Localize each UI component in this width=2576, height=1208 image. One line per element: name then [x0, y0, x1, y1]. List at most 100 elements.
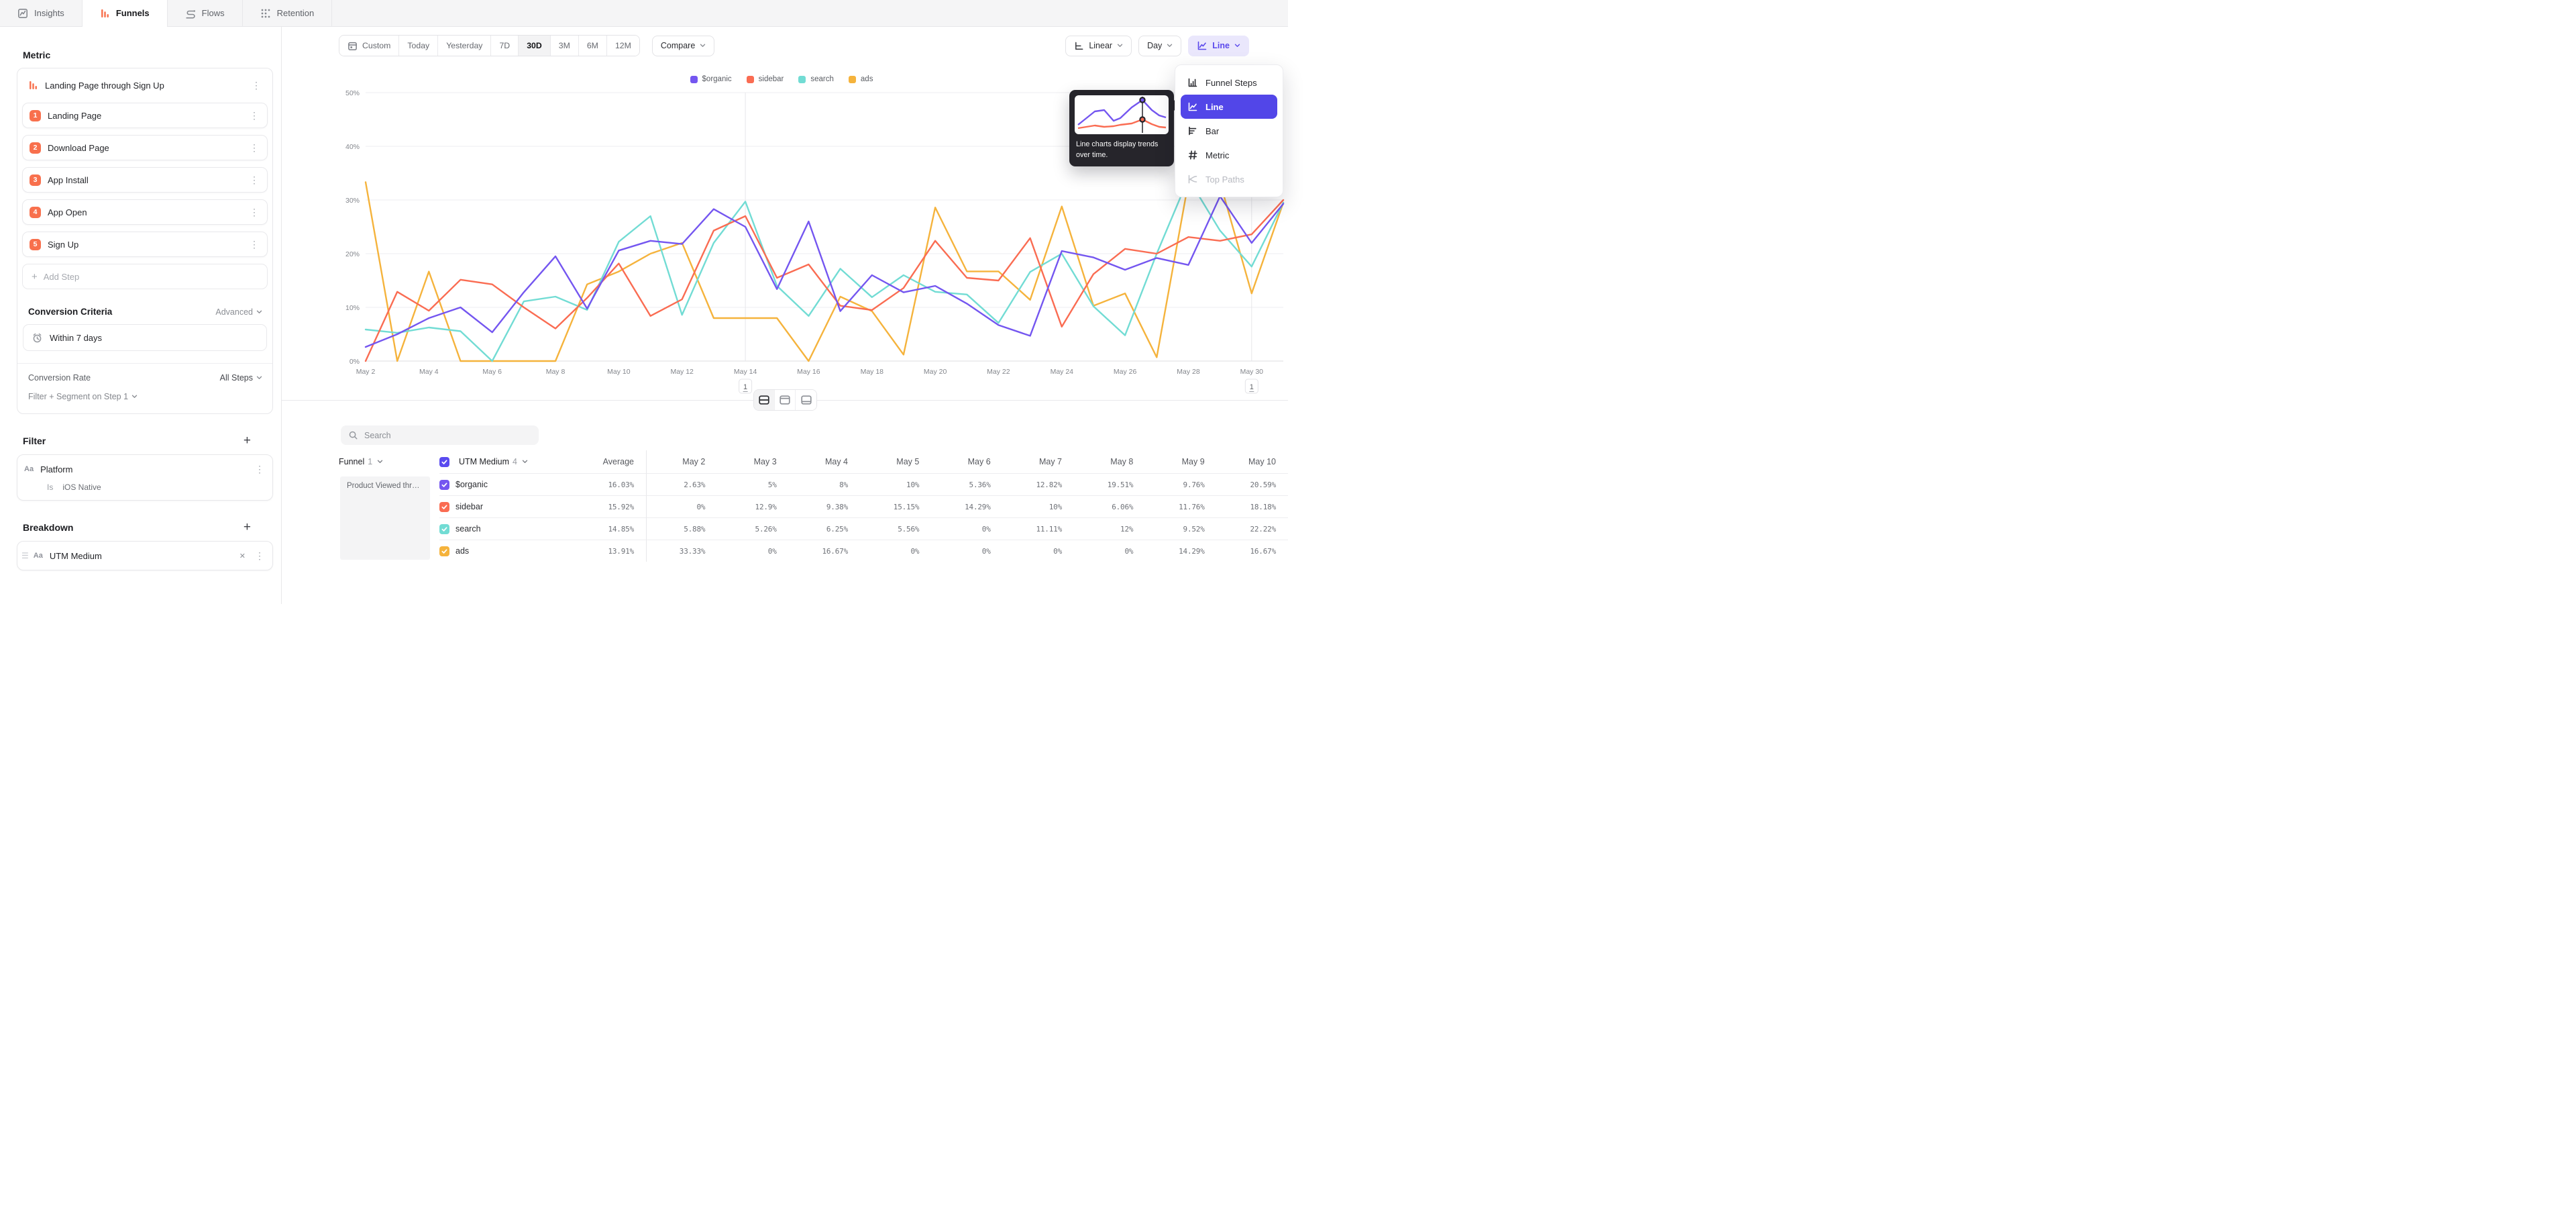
menu-item-metric[interactable]: Metric: [1181, 143, 1277, 167]
conversion-window-row[interactable]: Within 7 days: [23, 324, 267, 351]
checkbox[interactable]: [439, 524, 449, 534]
date-range-30d[interactable]: 30D: [519, 36, 551, 56]
legend-item-sidebar[interactable]: sidebar: [747, 75, 784, 83]
day-column-header[interactable]: May 4: [789, 450, 860, 473]
date-range-3m[interactable]: 3M: [551, 36, 579, 56]
date-range-7d[interactable]: 7D: [491, 36, 519, 56]
step-label: App Open: [48, 207, 241, 217]
filter-value[interactable]: iOS Native: [62, 483, 101, 492]
kebab-icon[interactable]: ⋮: [254, 551, 266, 560]
filter-segment-dropdown[interactable]: Filter + Segment on Step 1: [28, 392, 138, 401]
menu-item-funnel-steps[interactable]: Funnel Steps: [1181, 70, 1277, 95]
funnel-name-cell[interactable]: Product Viewed through P…: [340, 476, 430, 560]
kebab-icon[interactable]: ⋮: [254, 464, 266, 474]
tab-insights[interactable]: Insights: [0, 0, 83, 26]
filter-card[interactable]: Aa Platform ⋮ Is iOS Native: [17, 454, 273, 501]
breakdown-card[interactable]: ☰ Aa UTM Medium ✕ ⋮: [17, 541, 273, 570]
text-property-icon: Aa: [34, 552, 43, 560]
day-column-header[interactable]: May 3: [717, 450, 788, 473]
checkbox[interactable]: [439, 457, 449, 467]
search-input[interactable]: Search: [341, 425, 539, 445]
flows-icon: [185, 8, 196, 19]
funnels-icon: [100, 8, 110, 19]
day-column-header[interactable]: May 7: [1003, 450, 1074, 473]
tab-flows[interactable]: Flows: [168, 0, 243, 26]
legend-item--organic[interactable]: $organic: [690, 75, 732, 83]
chart-type-dropdown[interactable]: Line: [1188, 36, 1249, 56]
annotation-badge[interactable]: 1: [739, 379, 752, 393]
legend-item-search[interactable]: search: [798, 75, 834, 83]
kebab-icon[interactable]: ⋮: [250, 81, 262, 90]
metric-title-row[interactable]: Landing Page through Sign Up ⋮: [22, 73, 268, 96]
funnel-step-3[interactable]: 3App Install⋮: [22, 167, 268, 193]
layout-split-icon[interactable]: [754, 390, 775, 410]
breakdown-table: Funnel1UTM Medium4AverageMay 2May 3May 4…: [339, 450, 1288, 562]
annotation-badge[interactable]: 1: [1245, 379, 1258, 393]
date-range-today[interactable]: Today: [399, 36, 438, 56]
average-column-header[interactable]: Average: [586, 450, 646, 473]
add-filter-button[interactable]: +: [244, 434, 251, 447]
menu-item-bar[interactable]: Bar: [1181, 119, 1277, 143]
kebab-icon[interactable]: ⋮: [248, 240, 260, 249]
series-row-sidebar[interactable]: sidebar: [439, 495, 586, 517]
add-breakdown-button[interactable]: +: [244, 521, 251, 534]
day-column-header[interactable]: May 2: [646, 450, 717, 473]
compare-button[interactable]: Compare: [652, 36, 714, 56]
legend-item-ads[interactable]: ads: [849, 75, 873, 83]
checkbox[interactable]: [439, 480, 449, 490]
funnel-step-4[interactable]: 4App Open⋮: [22, 199, 268, 225]
kebab-icon[interactable]: ⋮: [248, 111, 260, 120]
text-property-icon: Aa: [24, 465, 34, 473]
layout-bottom-icon[interactable]: [796, 390, 816, 410]
funnel-step-1[interactable]: 1Landing Page⋮: [22, 103, 268, 128]
funnel-column-header[interactable]: Funnel1: [339, 450, 439, 473]
add-step-button[interactable]: + Add Step: [22, 264, 268, 289]
all-steps-dropdown[interactable]: All Steps: [220, 373, 262, 383]
kebab-icon[interactable]: ⋮: [248, 207, 260, 217]
remove-icon[interactable]: ✕: [238, 552, 247, 560]
layout-top-icon[interactable]: [775, 390, 796, 410]
legend-swatch: [798, 76, 806, 83]
conversion-window-value: Within 7 days: [50, 333, 102, 343]
date-range-custom[interactable]: Custom: [339, 36, 399, 56]
series-row--organic[interactable]: $organic: [439, 473, 586, 495]
checkbox[interactable]: [439, 502, 449, 512]
series-row-search[interactable]: search: [439, 517, 586, 540]
date-range-12m[interactable]: 12M: [607, 36, 639, 56]
menu-item-line[interactable]: Line: [1181, 95, 1277, 119]
day-column-header[interactable]: May 9: [1145, 450, 1216, 473]
day-column-header[interactable]: May 5: [860, 450, 931, 473]
drag-handle-icon[interactable]: ☰: [21, 551, 29, 560]
day-column-header[interactable]: May 6: [931, 450, 1002, 473]
granularity-dropdown[interactable]: Day: [1138, 36, 1181, 56]
value-cell: 15.15%: [860, 495, 931, 517]
value-cell: 18.18%: [1217, 495, 1288, 517]
metric-title: Landing Page through Sign Up: [45, 81, 244, 91]
scale-dropdown[interactable]: Linear: [1065, 36, 1132, 56]
funnel-step-2[interactable]: 2Download Page⋮: [22, 135, 268, 160]
menu-item-top-paths[interactable]: Top Paths: [1181, 167, 1277, 191]
legend-label: $organic: [702, 75, 732, 83]
checkbox[interactable]: [439, 546, 449, 556]
value-cell: 33.33%: [646, 540, 717, 562]
tab-retention[interactable]: Retention: [243, 0, 333, 26]
svg-text:May 4: May 4: [419, 368, 439, 376]
funnel-step-5[interactable]: 5Sign Up⋮: [22, 232, 268, 257]
kebab-icon[interactable]: ⋮: [248, 143, 260, 152]
value-cell: 5.56%: [860, 517, 931, 540]
tab-label: Retention: [277, 8, 315, 18]
chart-controls: CustomTodayYesterday7D30D3M6M12M Compare…: [339, 35, 1249, 56]
kebab-icon[interactable]: ⋮: [248, 175, 260, 185]
advanced-dropdown[interactable]: Advanced: [215, 307, 262, 317]
series-row-ads[interactable]: ads: [439, 540, 586, 562]
breakdown-column-header[interactable]: UTM Medium4: [439, 450, 586, 473]
value-cell: 10%: [1003, 495, 1074, 517]
tab-funnels[interactable]: Funnels: [83, 0, 168, 26]
filter-operator[interactable]: Is: [47, 483, 53, 492]
day-column-header[interactable]: May 8: [1074, 450, 1145, 473]
step-number-badge: 3: [30, 174, 41, 186]
topbar: Insights Funnels Flows Retention: [0, 0, 1288, 27]
date-range-6m[interactable]: 6M: [579, 36, 607, 56]
date-range-yesterday[interactable]: Yesterday: [438, 36, 491, 56]
day-column-header[interactable]: May 10: [1217, 450, 1288, 473]
